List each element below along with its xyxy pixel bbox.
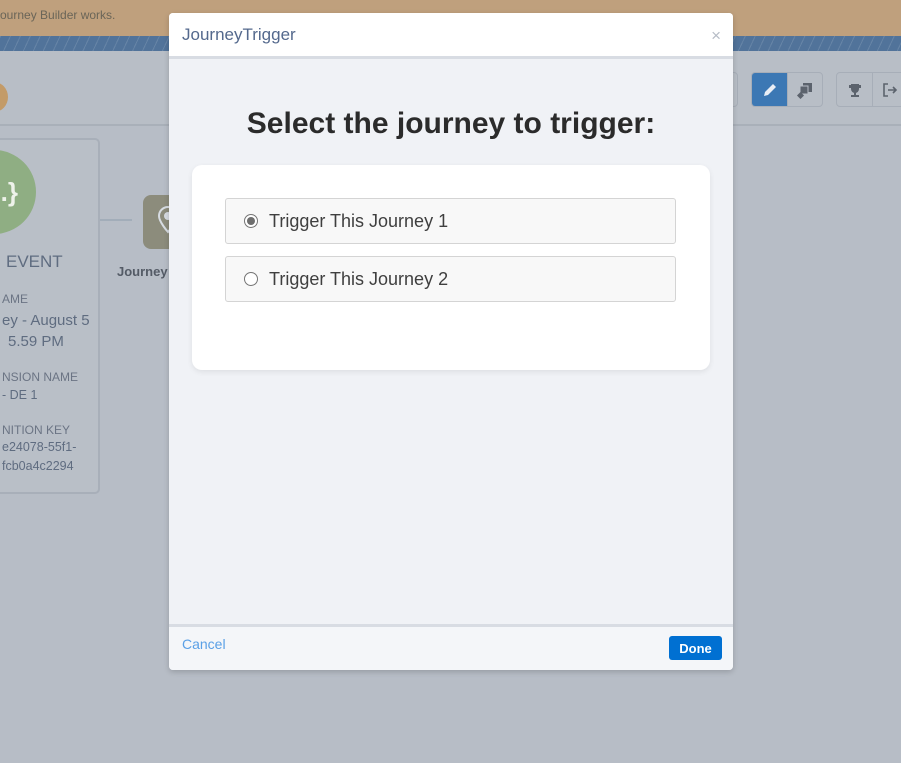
option-label: Trigger This Journey 1 xyxy=(269,210,449,231)
toolbar-group-edit xyxy=(751,72,823,107)
options-card: Trigger This Journey 1 Trigger This Jour… xyxy=(192,165,710,370)
extension-name-value: - DE 1 xyxy=(2,386,37,404)
option-label: Trigger This Journey 2 xyxy=(269,268,449,289)
goals-button[interactable] xyxy=(837,73,872,106)
toolbar-group-actions xyxy=(836,72,901,107)
path-connector xyxy=(100,219,132,221)
cancel-link[interactable]: Cancel xyxy=(182,636,226,652)
close-icon[interactable]: × xyxy=(711,27,721,44)
event-name-value-2: 5.59 PM xyxy=(8,333,64,350)
node-label: Journey xyxy=(117,264,168,279)
event-icon: ..} xyxy=(0,150,36,234)
journey-option-2[interactable]: Trigger This Journey 2 xyxy=(225,256,676,302)
radio-button[interactable] xyxy=(244,272,258,286)
definition-key-value-2: fcb0a4c2294 xyxy=(2,459,74,473)
trophy-icon xyxy=(848,83,861,97)
extension-name-text: DE 1 xyxy=(9,388,38,402)
copy-button[interactable] xyxy=(787,73,822,106)
extension-name-label: NSION NAME xyxy=(2,370,79,384)
modal-header: JourneyTrigger × xyxy=(169,13,733,59)
definition-key-value-1: e24078-55f1- xyxy=(2,440,77,454)
dash-glyph: - xyxy=(2,388,10,402)
exit-button[interactable] xyxy=(872,73,901,106)
radio-button-selected[interactable] xyxy=(244,214,258,228)
journey-option-1[interactable]: Trigger This Journey 1 xyxy=(225,198,676,244)
event-name-value-1: ey - August 5 xyxy=(2,312,90,329)
modal-title: JourneyTrigger xyxy=(182,25,296,44)
edit-button[interactable] xyxy=(752,73,787,106)
event-title: EVENT xyxy=(6,252,63,271)
exit-icon xyxy=(883,82,898,97)
journey-trigger-modal: JourneyTrigger × Select the journey to t… xyxy=(169,13,733,670)
modal-footer: Cancel Done xyxy=(169,624,733,670)
pencil-icon xyxy=(763,83,776,96)
modal-body: Select the journey to trigger: Trigger T… xyxy=(169,59,733,624)
copy-icon xyxy=(796,82,812,99)
definition-key-label: NITION KEY xyxy=(2,423,71,437)
done-button[interactable]: Done xyxy=(669,636,722,660)
event-name-label: AME xyxy=(2,292,29,306)
banner-text: ourney Builder works. xyxy=(0,8,116,22)
entry-event-card[interactable]: ..} EVENT AME ey - August 5 5.59 PM NSIO… xyxy=(0,138,100,494)
prompt-heading: Select the journey to trigger: xyxy=(246,107,656,140)
